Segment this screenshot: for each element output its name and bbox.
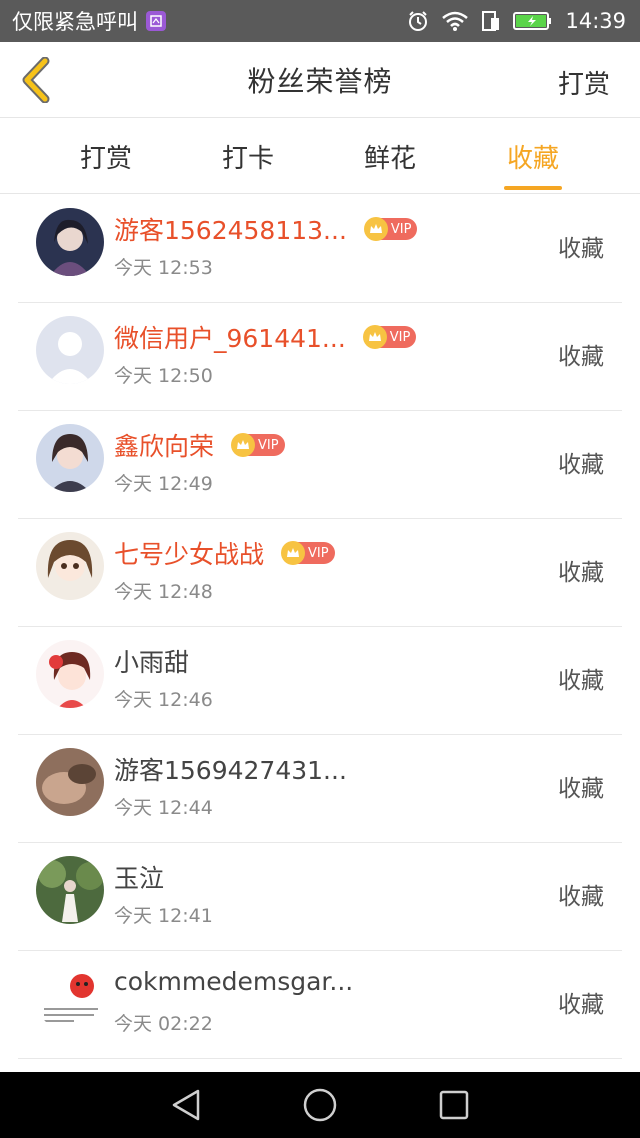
list-item[interactable]: 小雨甜 今天 12:46 收藏: [18, 627, 622, 735]
back-triangle-icon[interactable]: [170, 1088, 202, 1122]
tab-label: 收藏: [506, 144, 559, 174]
tab-checkin[interactable]: 打卡: [220, 138, 276, 184]
vip-label: VIP: [389, 329, 411, 345]
tab-label: 打赏: [79, 144, 132, 174]
favorite-label: 收藏: [558, 344, 604, 370]
status-left: 仅限紧急呼叫: [12, 6, 166, 36]
status-right: 14:39: [407, 9, 626, 33]
back-button[interactable]: [14, 56, 58, 104]
crown-icon: [362, 325, 387, 349]
user-name: 小雨甜: [114, 648, 190, 677]
timestamp: 今天 12:48: [114, 581, 213, 603]
list-item[interactable]: 微信用户_961441... VIP 今天 12:50 收藏: [18, 303, 622, 411]
tab-bar: 打赏 打卡 鲜花 收藏: [0, 118, 640, 194]
list-item[interactable]: 游客1569427431... 今天 12:44 收藏: [18, 735, 622, 843]
list-item[interactable]: 玉泣 今天 12:41 收藏: [18, 843, 622, 951]
list-item[interactable]: 鑫欣向荣 VIP 今天 12:49 收藏: [18, 411, 622, 519]
favorite-label: 收藏: [558, 776, 604, 802]
sim-icon: [481, 10, 501, 32]
favorite-label: 收藏: [558, 668, 604, 694]
vip-badge: VIP: [231, 433, 285, 457]
avatar: [36, 964, 104, 1032]
wifi-icon: [441, 10, 469, 32]
name-line: cokmmedemsgar...: [114, 967, 353, 996]
name-line: 玉泣: [114, 859, 164, 895]
user-name: 游客1562458113...: [114, 216, 347, 245]
name-line: 游客1562458113... VIP: [114, 211, 418, 247]
user-name: 玉泣: [114, 864, 165, 893]
name-line: 游客1569427431...: [114, 751, 347, 787]
chevron-left-icon: [22, 57, 50, 103]
user-name: 七号少女战战: [114, 540, 265, 569]
crown-icon: [363, 217, 388, 241]
system-nav-bar: [0, 1072, 640, 1138]
name-line: 小雨甜: [114, 643, 189, 679]
favorite-label: 收藏: [558, 992, 604, 1018]
timestamp: 今天 12:41: [114, 905, 213, 927]
name-line: 七号少女战战 VIP: [114, 535, 335, 571]
vip-badge: VIP: [363, 217, 418, 241]
list-item[interactable]: cokmmedemsgar... 今天 02:22 收藏: [18, 951, 622, 1059]
avatar: [36, 856, 104, 924]
avatar: [36, 208, 104, 276]
favorite-label: 收藏: [558, 560, 604, 586]
name-line: 微信用户_961441... VIP: [114, 319, 417, 355]
vip-label: VIP: [390, 221, 412, 237]
avatar: [36, 532, 104, 600]
home-circle-icon[interactable]: [302, 1087, 338, 1123]
user-name: 微信用户_961441...: [114, 324, 346, 353]
list-item[interactable]: 游客1562458113... VIP 今天 12:53 收藏: [18, 195, 622, 303]
user-name: cokmmedemsgar...: [114, 967, 354, 996]
crown-icon: [281, 541, 306, 565]
favorite-label: 收藏: [558, 452, 604, 478]
app-notification-icon: [146, 11, 166, 31]
timestamp: 今天 12:46: [114, 689, 213, 711]
user-name: 鑫欣向荣: [114, 432, 215, 461]
timestamp: 今天 12:44: [114, 797, 213, 819]
battery-icon: [513, 10, 553, 32]
name-line: 鑫欣向荣 VIP: [114, 427, 285, 463]
status-bar: 仅限紧急呼叫 14:39: [0, 0, 640, 42]
favorite-label: 收藏: [558, 884, 604, 910]
tab-flowers[interactable]: 鲜花: [362, 138, 418, 184]
recents-square-icon[interactable]: [438, 1089, 470, 1121]
carrier-text: 仅限紧急呼叫: [12, 10, 138, 34]
alarm-icon: [407, 10, 429, 32]
reward-button[interactable]: 打赏: [558, 64, 610, 101]
timestamp: 今天 12:50: [114, 365, 213, 387]
page-title: 粉丝荣誉榜: [247, 64, 393, 98]
header: 粉丝荣誉榜 打赏: [0, 42, 640, 118]
crown-icon: [231, 433, 256, 457]
fan-list: 游客1562458113... VIP 今天 12:53 收藏 微信用户_961…: [0, 195, 640, 1059]
avatar: [36, 316, 104, 384]
vip-label: VIP: [308, 545, 329, 561]
tab-label: 打卡: [221, 144, 274, 174]
avatar: [36, 424, 104, 492]
tab-label: 鲜花: [363, 144, 416, 174]
timestamp: 今天 02:22: [114, 1013, 213, 1035]
vip-label: VIP: [258, 437, 279, 453]
tab-reward[interactable]: 打赏: [78, 138, 134, 184]
active-tab-indicator: [504, 186, 562, 190]
list-item[interactable]: 七号少女战战 VIP 今天 12:48 收藏: [18, 519, 622, 627]
tab-favorites[interactable]: 收藏: [504, 138, 562, 190]
vip-badge: VIP: [281, 541, 335, 565]
favorite-label: 收藏: [558, 236, 604, 262]
avatar: [36, 748, 104, 816]
timestamp: 今天 12:53: [114, 257, 213, 279]
vip-badge: VIP: [362, 325, 417, 349]
clock-time: 14:39: [565, 9, 626, 33]
user-name: 游客1569427431...: [114, 756, 347, 785]
avatar: [36, 640, 104, 708]
timestamp: 今天 12:49: [114, 473, 213, 495]
